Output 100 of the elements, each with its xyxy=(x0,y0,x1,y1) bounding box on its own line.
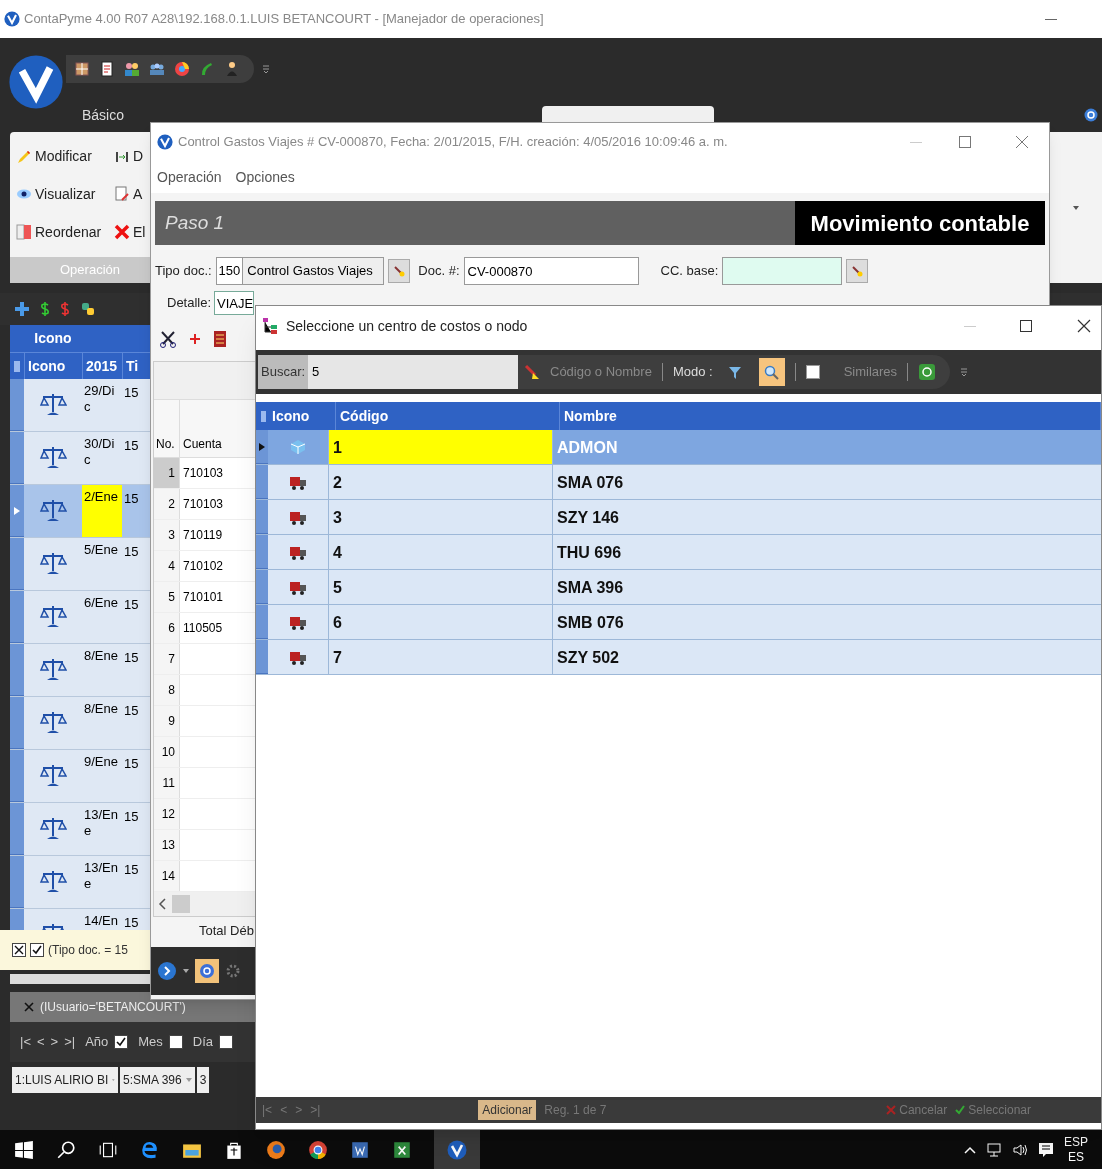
brush-icon[interactable] xyxy=(524,364,540,380)
grid-row[interactable]: 13/Ene 15 xyxy=(10,803,150,856)
grid-row[interactable]: 8/Ene 15 xyxy=(10,697,150,750)
dollar-icon[interactable] xyxy=(60,301,70,317)
customize-caret-icon[interactable] xyxy=(262,64,270,74)
checkbox[interactable] xyxy=(168,1035,183,1049)
dollar-icon[interactable] xyxy=(40,301,50,317)
grid-icon[interactable] xyxy=(74,61,90,77)
mode-button[interactable] xyxy=(758,358,785,386)
grid-row[interactable]: 5/Ene 15 xyxy=(10,538,150,591)
grid-row[interactable]: 30/Dic 15 xyxy=(10,432,150,485)
scissors-icon[interactable] xyxy=(159,330,177,348)
grid-row[interactable]: 29/Dic 15 xyxy=(10,379,150,432)
checkbox[interactable] xyxy=(114,1035,129,1049)
filter-text: (Tipo doc. = 15 xyxy=(48,942,128,959)
grid-row[interactable]: 14/En 15 xyxy=(10,909,150,930)
scrollbar-thumb[interactable] xyxy=(172,895,190,913)
column-header[interactable]: Cuenta xyxy=(180,435,222,457)
document-icon[interactable] xyxy=(99,61,115,77)
close-icon[interactable] xyxy=(1077,319,1091,333)
lookup-button[interactable] xyxy=(388,259,411,283)
dropdown-caret-icon[interactable] xyxy=(183,968,189,973)
checkbox[interactable] xyxy=(219,1035,234,1049)
add-plus-icon[interactable] xyxy=(189,333,201,345)
ribbon-button[interactable]: Modificar xyxy=(16,146,108,168)
browser-e-icon[interactable] xyxy=(140,1139,160,1160)
help-icon[interactable] xyxy=(1084,108,1098,122)
table-row[interactable]: 4 THU 696 xyxy=(256,535,1101,570)
menu-item[interactable]: Opciones xyxy=(235,166,295,188)
ribbon-button[interactable]: Visualizar xyxy=(16,184,108,205)
date-cell-text: 29/Dic xyxy=(83,382,116,416)
dropdown[interactable]: 1:LUIS ALIRIO BI xyxy=(12,1067,118,1093)
table-row[interactable]: 3 SZY 146 xyxy=(256,500,1101,535)
spreadsheet-icon[interactable] xyxy=(392,1139,412,1160)
grid-row[interactable]: 2/Ene 15 xyxy=(10,485,150,538)
chrome-browser-icon[interactable] xyxy=(308,1139,328,1160)
check-icon xyxy=(955,1105,966,1115)
start-windows-icon[interactable] xyxy=(14,1139,34,1160)
nav-button[interactable]: >| xyxy=(64,1032,76,1052)
scroll-left-icon[interactable] xyxy=(158,898,168,910)
people-group-icon[interactable] xyxy=(149,61,165,77)
grid-row[interactable]: 13/Ene 15 xyxy=(10,856,150,909)
person-icon[interactable] xyxy=(224,61,240,77)
ribbon-button[interactable]: Reordenar xyxy=(16,221,108,243)
customize-caret-icon[interactable] xyxy=(960,367,969,377)
checkbox[interactable] xyxy=(805,365,820,379)
grid-row[interactable]: 9/Ene 15 xyxy=(10,750,150,803)
add-plus-icon[interactable] xyxy=(14,301,30,317)
dropdown[interactable]: 3 xyxy=(196,1067,210,1093)
ribbon-tab[interactable]: Básico xyxy=(80,102,127,128)
gear-icon[interactable] xyxy=(225,962,241,979)
calculator-icon[interactable] xyxy=(213,330,227,348)
speaker-icon[interactable] xyxy=(1012,1141,1028,1158)
table-row[interactable]: 1 ADMON xyxy=(256,430,1101,465)
ribbon-button[interactable]: D xyxy=(114,146,144,168)
browser-globe-icon[interactable] xyxy=(174,61,190,77)
horizontal-scrollbar[interactable] xyxy=(154,892,255,916)
menu-item[interactable]: Operación xyxy=(157,166,222,188)
grid-row[interactable]: 6/Ene 15 xyxy=(10,591,150,644)
taskbar-button[interactable] xyxy=(434,1130,480,1169)
chevron-up-icon[interactable] xyxy=(964,1145,976,1154)
add-button[interactable]: Adicionar xyxy=(478,1100,537,1120)
document-number-field[interactable]: CV-000870 xyxy=(463,257,639,285)
help-button[interactable] xyxy=(195,958,219,983)
search-icon[interactable] xyxy=(56,1139,76,1160)
filter-checkbox[interactable] xyxy=(30,943,44,957)
search-field[interactable]: Buscar: 5 xyxy=(258,355,518,389)
check-icon xyxy=(116,1037,127,1047)
row-indicator[interactable] xyxy=(256,430,268,464)
row-pointer-icon xyxy=(14,506,20,515)
network-icon[interactable] xyxy=(986,1141,1002,1158)
nav-button[interactable]: |< xyxy=(20,1032,31,1052)
app-orb-icon[interactable] xyxy=(8,54,64,110)
table-row[interactable]: 7 SZY 502 xyxy=(256,640,1101,675)
nav-button[interactable]: < xyxy=(36,1032,45,1052)
cost-center-field[interactable] xyxy=(722,257,843,285)
notification-icon[interactable] xyxy=(1038,1141,1054,1158)
nav-button[interactable]: > xyxy=(50,1032,59,1052)
grid-row[interactable]: 8/Ene 15 xyxy=(10,644,150,697)
dropdown-caret-icon[interactable] xyxy=(1072,204,1080,211)
ribbon-button[interactable]: El xyxy=(114,221,146,243)
app-logo-icon xyxy=(157,134,173,150)
app-orb-icon[interactable] xyxy=(447,1139,467,1160)
maximize-icon[interactable] xyxy=(1019,319,1033,333)
field-label: Doc. #: xyxy=(418,262,460,281)
word-document-icon[interactable] xyxy=(350,1139,370,1160)
dropdown[interactable]: 5:SMA 396 xyxy=(120,1067,195,1093)
table-row[interactable]: 6 SMB 076 xyxy=(256,605,1101,640)
document-type-field[interactable]: 150 Control Gastos Viajes xyxy=(215,257,385,285)
row-indicator[interactable] xyxy=(10,485,24,537)
table-row[interactable]: 5 SMA 396 xyxy=(256,570,1101,605)
lookup-button[interactable] xyxy=(846,259,869,283)
ribbon-button[interactable]: A xyxy=(114,184,143,205)
column-header[interactable]: No. xyxy=(154,399,180,457)
users-icon[interactable] xyxy=(124,61,140,77)
clear-filter-button[interactable] xyxy=(12,943,26,957)
table-row[interactable]: 2 SMA 076 xyxy=(256,465,1101,500)
refresh-icon[interactable] xyxy=(918,363,937,381)
detail-field[interactable]: VIAJE xyxy=(214,291,255,315)
language-indicator[interactable]: ESP ES xyxy=(1064,1134,1088,1165)
